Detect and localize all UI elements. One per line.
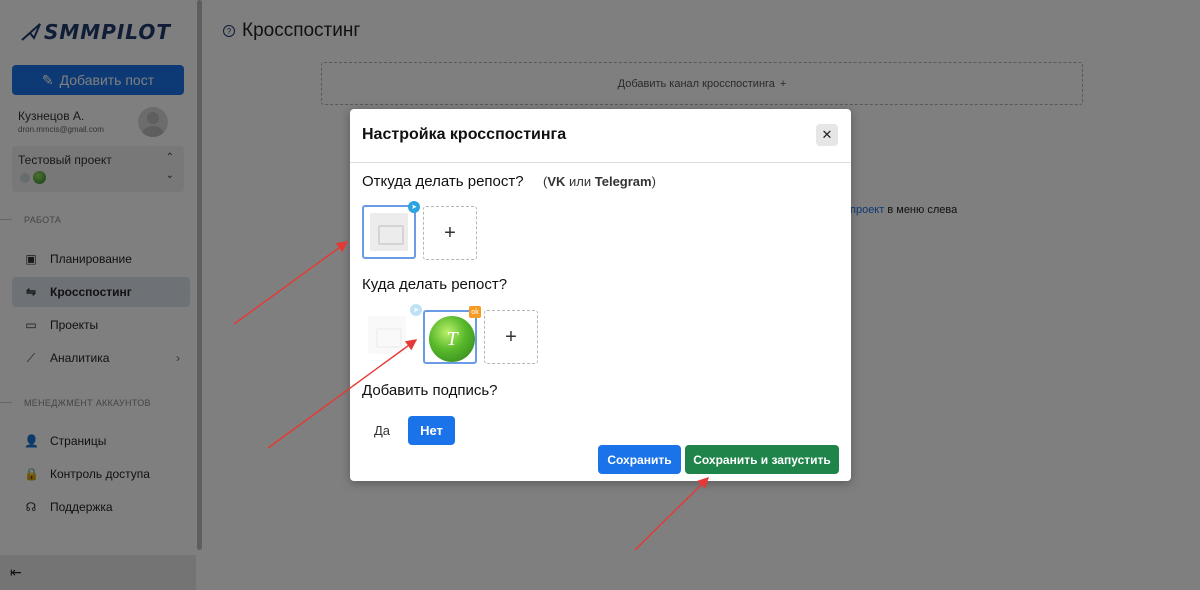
telegram-icon: ➤ <box>410 304 422 316</box>
hint-vk: VK <box>547 174 566 189</box>
telegram-icon: ➤ <box>408 201 420 213</box>
source-question: Откуда делать репост? <box>362 173 524 190</box>
save-button[interactable]: Сохранить <box>598 445 681 474</box>
odnoklassniki-icon: ok <box>469 306 481 318</box>
crossposting-settings-modal: Настройка кросспостинга ✕ Откуда делать … <box>350 109 851 481</box>
close-icon[interactable]: ✕ <box>816 124 838 146</box>
save-and-run-button[interactable]: Сохранить и запустить <box>685 445 839 474</box>
image-placeholder-icon <box>370 213 408 251</box>
divider <box>350 162 851 163</box>
modal-title: Настройка кросспостинга <box>362 126 567 143</box>
hint-or: или <box>565 174 595 189</box>
target-channel-tile-disabled[interactable]: ➤ <box>362 304 422 364</box>
signature-question: Добавить подпись? <box>362 382 498 399</box>
source-channel-tile[interactable]: ➤ <box>362 201 420 259</box>
target-question: Куда делать репост? <box>362 276 508 293</box>
add-target-button[interactable]: + <box>484 310 538 364</box>
add-source-button[interactable]: + <box>423 206 477 260</box>
paren-close: ) <box>651 174 656 189</box>
yes-button[interactable]: Да <box>364 416 400 444</box>
image-placeholder-icon <box>368 316 406 354</box>
target-channel-tile[interactable]: T ok <box>423 306 481 364</box>
source-hint: (VK или Telegram) <box>543 174 656 189</box>
no-button[interactable]: Нет <box>408 416 455 445</box>
hint-telegram: Telegram <box>594 174 652 189</box>
channel-avatar: T <box>429 316 475 362</box>
